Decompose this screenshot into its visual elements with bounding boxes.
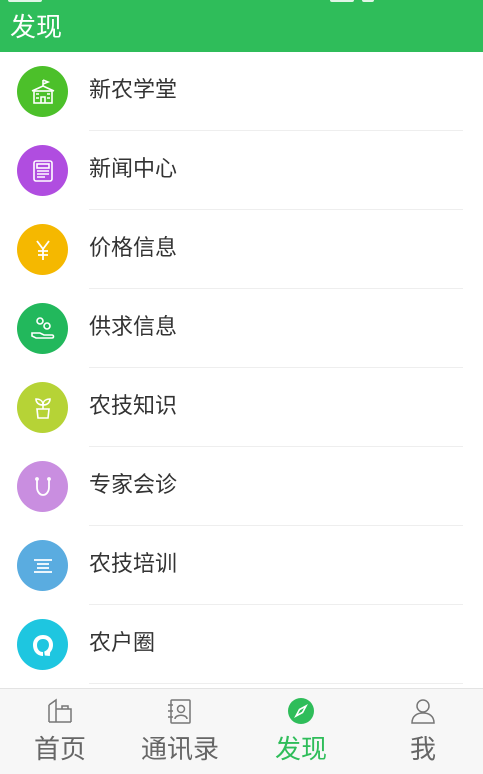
tab-label: 发现 bbox=[274, 735, 327, 765]
person-icon bbox=[411, 699, 435, 724]
divider bbox=[89, 683, 463, 684]
bottom-tab-bar: 首页 通讯录 发现 我 bbox=[0, 688, 483, 774]
list-item-label: 新闻中心 bbox=[89, 157, 178, 182]
tab-discover[interactable]: 发现 bbox=[241, 689, 361, 774]
list-item-label: 农技培训 bbox=[89, 552, 178, 577]
stethoscope-icon bbox=[17, 461, 68, 512]
list-item-label: 新农学堂 bbox=[89, 78, 178, 103]
list-item-farmer-circle[interactable]: 农户圈 bbox=[0, 605, 483, 684]
list-item-training[interactable]: 农技培训 bbox=[0, 526, 483, 605]
tab-label: 通讯录 bbox=[140, 735, 219, 765]
list-item-label: 农技知识 bbox=[89, 394, 178, 419]
list-item-label: 供求信息 bbox=[89, 315, 178, 340]
hand-coins-icon bbox=[17, 303, 68, 354]
school-icon bbox=[17, 66, 68, 117]
tab-label: 首页 bbox=[33, 735, 86, 765]
tab-contacts[interactable]: 通讯录 bbox=[120, 689, 240, 774]
compass-icon bbox=[288, 698, 314, 724]
list-item-label: 价格信息 bbox=[89, 236, 178, 261]
sprout-pot-icon bbox=[17, 382, 68, 433]
tab-me[interactable]: 我 bbox=[363, 689, 483, 774]
tab-home[interactable]: 首页 bbox=[0, 689, 120, 774]
lines-icon bbox=[17, 540, 68, 591]
list-item-label: 农户圈 bbox=[89, 631, 156, 656]
yen-icon bbox=[17, 224, 68, 275]
app-header: 发现 bbox=[0, 0, 483, 52]
page-title: 发现 bbox=[10, 13, 63, 43]
discover-list: 新农学堂 新闻中心 价格信息 供求信息 农技知识 专家会诊 农技培训 农户圈 bbox=[0, 52, 483, 688]
list-item-agri-knowledge[interactable]: 农技知识 bbox=[0, 368, 483, 447]
list-item-expert-consult[interactable]: 专家会诊 bbox=[0, 447, 483, 526]
home-icon bbox=[48, 698, 72, 723]
list-item-school[interactable]: 新农学堂 bbox=[0, 52, 483, 131]
status-bar bbox=[0, 0, 483, 4]
list-item-label: 专家会诊 bbox=[89, 473, 178, 498]
list-item-supply-demand[interactable]: 供求信息 bbox=[0, 289, 483, 368]
list-item-news[interactable]: 新闻中心 bbox=[0, 131, 483, 210]
chat-ring-icon bbox=[17, 619, 68, 670]
tab-label: 我 bbox=[409, 735, 436, 765]
newspaper-icon bbox=[17, 145, 68, 196]
contacts-icon bbox=[168, 699, 191, 724]
list-item-price[interactable]: 价格信息 bbox=[0, 210, 483, 289]
